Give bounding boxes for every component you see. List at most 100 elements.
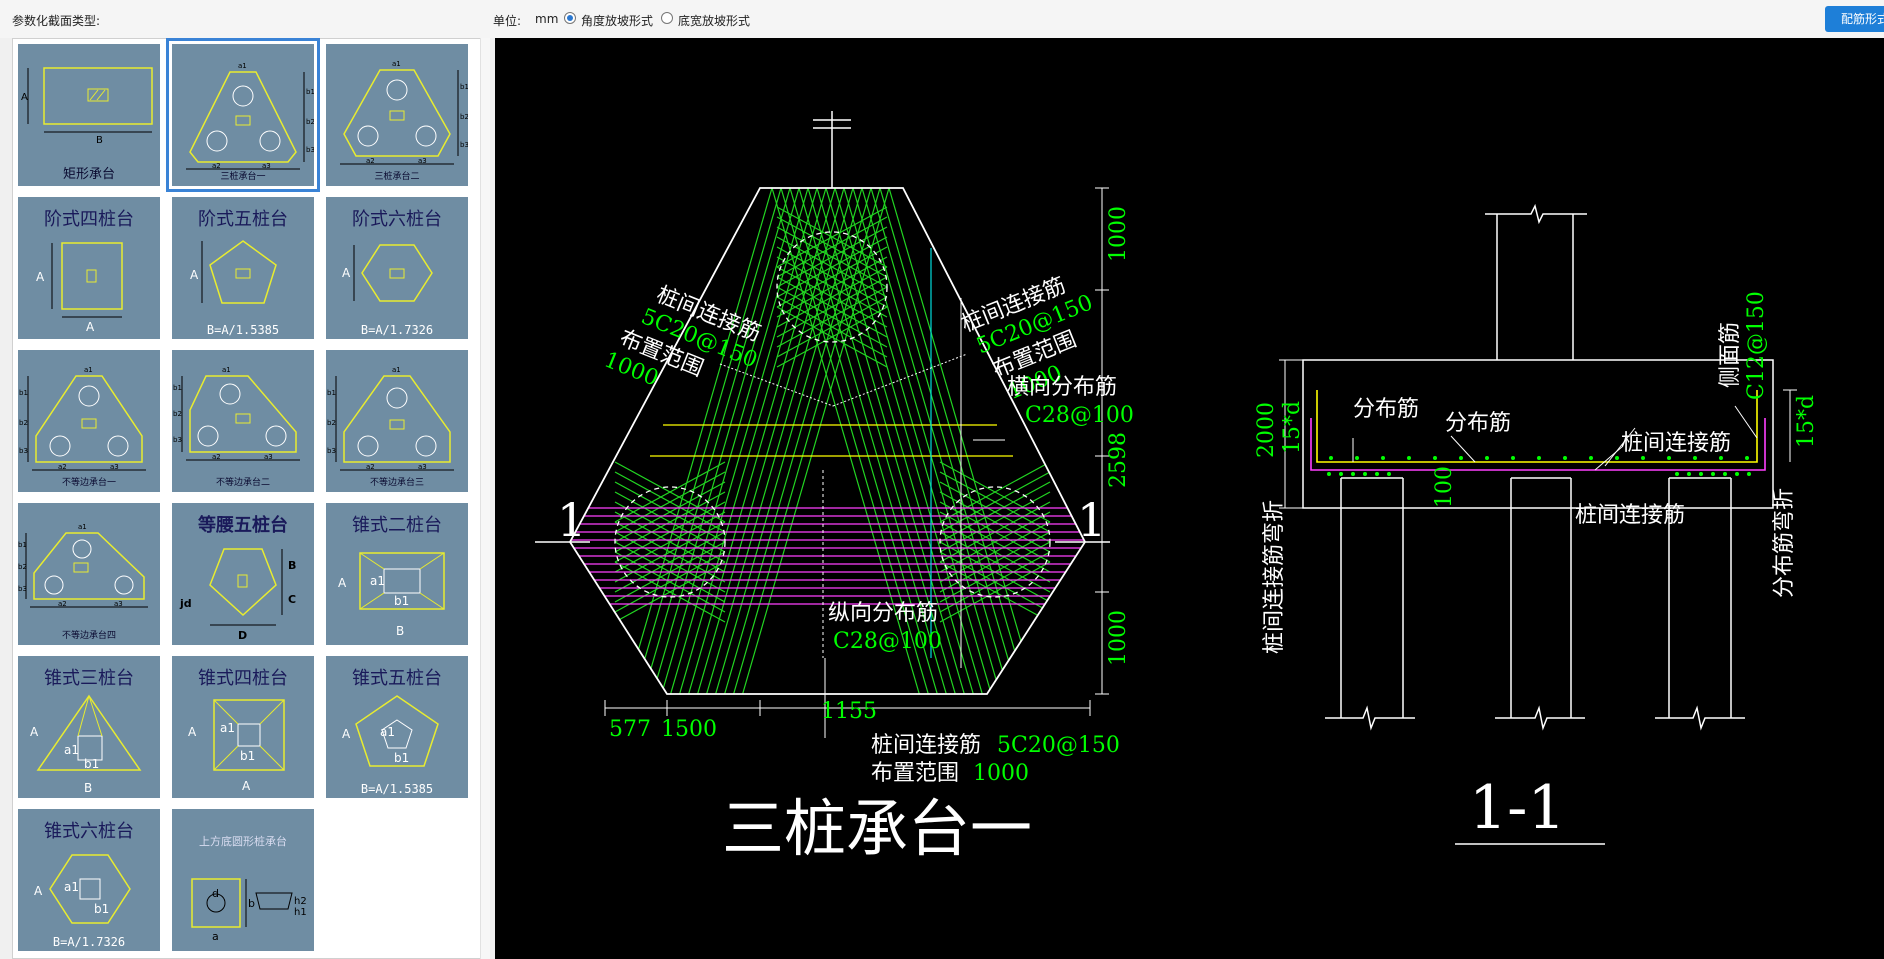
section-dist-1: 分布筋 xyxy=(1353,397,1419,422)
dim-label: jd xyxy=(179,597,192,610)
thumb-step-six-pile[interactable]: 阶式六桩台 A B=A/1.7326 xyxy=(326,197,468,339)
dim-label: b1 xyxy=(94,902,109,916)
dim-label: b2 xyxy=(327,419,336,427)
radio-width-slope-label[interactable]: 底宽放坡形式 xyxy=(678,12,750,29)
dim-label: b1 xyxy=(173,384,182,392)
thumb-step-four-pile[interactable]: 阶式四桩台 A A xyxy=(18,197,160,339)
dim-right-top: 1000 xyxy=(1106,206,1131,262)
thumb-formula: B=A/1.7326 xyxy=(52,935,126,949)
dim-label: b1 xyxy=(84,757,99,771)
dim-label: A xyxy=(338,576,347,590)
thumb-cone-two-pile[interactable]: 锥式二桩台 A a1 b1 B xyxy=(326,503,468,645)
dim-label: A xyxy=(34,884,43,898)
dim-label: a1 xyxy=(238,62,247,70)
note-bottom-title: 桩间连接筋 xyxy=(871,733,981,758)
thumb-title: 不等边承台四 xyxy=(61,631,116,641)
cone-two-pile-diagram: A a1 b1 B xyxy=(338,552,445,638)
longitudinal-spec: C28@100 xyxy=(833,629,942,654)
dim-label: a xyxy=(212,930,219,943)
radio-angle-slope-label[interactable]: 角度放坡形式 xyxy=(581,12,653,29)
thumb-cone-three-pile[interactable]: 锥式三桩台 A a1 b1 B xyxy=(18,656,160,798)
longitudinal-title: 纵向分布筋 xyxy=(828,601,938,626)
gallery-scrollbar[interactable] xyxy=(480,38,490,959)
cone-six-pile-diagram: A a1 b1 xyxy=(34,854,131,924)
unequal-cap-1-diagram: a1 a2 a3 b1 b2 b3 xyxy=(19,366,146,471)
reinforcement-form-button[interactable]: 配筋形式 xyxy=(1825,6,1884,32)
dim-label: a3 xyxy=(418,157,427,165)
dim-label: b1 xyxy=(460,83,468,91)
rebar-dots xyxy=(1327,456,1751,476)
radio-width-slope[interactable] xyxy=(661,12,673,24)
section-connect-bottom: 桩间连接筋 xyxy=(1575,503,1685,528)
cone-three-pile-diagram: A a1 b1 B xyxy=(30,694,142,795)
dim-label: d xyxy=(212,887,219,900)
dim-label: b1 xyxy=(240,749,255,763)
dim-label: A xyxy=(86,320,95,334)
dim-label: b3 xyxy=(306,146,314,154)
thumb-formula: B=A/1.5385 xyxy=(206,323,280,337)
dim-label: a1 xyxy=(392,60,401,68)
dim-label: a3 xyxy=(264,453,273,461)
dim-label: b2 xyxy=(173,410,182,418)
thumb-formula: B=A/1.5385 xyxy=(360,782,434,796)
dim-label: b3 xyxy=(327,447,336,455)
section-dim-embed: 100 xyxy=(1432,466,1457,508)
thumb-cone-five-pile[interactable]: 锥式五桩台 A a1 b1 B=A/1.5385 xyxy=(326,656,468,798)
dim-label: b1 xyxy=(18,541,27,549)
thumb-step-five-pile[interactable]: 阶式五桩台 A B=A/1.5385 xyxy=(172,197,314,339)
thumb-title: 矩形承台 xyxy=(62,167,115,182)
thumb-title: 不等边承台三 xyxy=(369,478,424,488)
thumb-unequal-cap-2[interactable]: a1 a2 a3 b1 b2 b3 不等边承台二 xyxy=(172,350,314,492)
dim-label: b1 xyxy=(394,594,409,608)
thumb-formula: B=A/1.7326 xyxy=(360,323,434,337)
dim-label: b2 xyxy=(306,118,314,126)
note-bottom-range: 1000 xyxy=(973,761,1029,786)
dim-bottom-577: 577 xyxy=(609,717,651,742)
dim-label: a1 xyxy=(220,721,235,735)
dim-label: a2 xyxy=(58,463,67,471)
dim-label: h1 xyxy=(294,907,307,918)
thumb-unequal-cap-3[interactable]: a1 a2 a3 b1 b2 b3 不等边承台三 xyxy=(326,350,468,492)
thumb-title: 三桩承台一 xyxy=(220,172,266,182)
dim-label: a1 xyxy=(370,574,385,588)
thumb-three-pile-cap-1[interactable]: a1 a2 a3 b1 b2 b3 三桩承台一 xyxy=(166,38,320,192)
dim-label: a1 xyxy=(64,880,79,894)
dim-label: B xyxy=(84,781,92,795)
dim-label: B xyxy=(96,135,103,146)
plan-title: 三桩承台一 xyxy=(722,792,1032,865)
dim-bottom-1155: 1155 xyxy=(821,699,877,724)
dim-label: a1 xyxy=(380,725,395,739)
thumb-three-pile-cap-2[interactable]: a1 a2 a3 b1 b2 b3 三桩承台二 xyxy=(326,44,468,186)
thumb-round-pile-cap[interactable]: 上方底圆形桩承台 d b h2 h1 a xyxy=(172,809,314,951)
isosceles-five-pile-diagram: B C jd D xyxy=(179,548,296,642)
thumb-isosceles-five-pile[interactable]: 等腰五桩台 B C jd D xyxy=(172,503,314,645)
section-mark-left: 1 xyxy=(557,493,586,547)
dim-label: B xyxy=(288,559,296,572)
thumb-title: 三桩承台二 xyxy=(374,172,420,182)
connect-rebar-strips xyxy=(609,188,1053,694)
radio-angle-slope[interactable] xyxy=(564,12,576,24)
section-title: 1-1 xyxy=(1469,773,1566,843)
section-side-label: 侧面筋 xyxy=(1718,322,1743,388)
dim-label: a3 xyxy=(110,463,119,471)
dim-label: b xyxy=(248,897,255,910)
three-pile-cap-2-diagram: a1 a2 a3 b1 b2 b3 xyxy=(340,60,468,165)
dim-label: b1 xyxy=(327,389,336,397)
thumb-cone-six-pile[interactable]: 锥式六桩台 A a1 b1 B=A/1.7326 xyxy=(18,809,160,951)
step-four-pile-diagram: A A xyxy=(36,242,123,334)
thumb-rect-cap[interactable]: A B 矩形承台 xyxy=(18,44,160,186)
dim-label: A xyxy=(21,92,28,103)
dim-right-bottom: 1000 xyxy=(1106,610,1131,666)
dim-bottom-1500: 1500 xyxy=(661,717,717,742)
note-bottom-spec: 5C20@150 xyxy=(997,733,1120,758)
cad-preview-canvas: 1 1 1000 2598 1000 577 1500 1155 桩间连接筋 5… xyxy=(495,38,1884,959)
transverse-title: 横向分布筋 xyxy=(1007,375,1117,400)
thumb-title: 不等边承台一 xyxy=(61,478,116,488)
dim-label: A xyxy=(30,725,39,739)
thumb-cone-four-pile[interactable]: 锥式四桩台 A a1 b1 A xyxy=(172,656,314,798)
dim-right-mid: 2598 xyxy=(1106,432,1131,488)
thumb-unequal-cap-1[interactable]: a1 a2 a3 b1 b2 b3 不等边承台一 xyxy=(18,350,160,492)
thumb-unequal-cap-4[interactable]: a1 a2 a3 b1 b2 b3 不等边承台四 xyxy=(18,503,160,645)
dim-label: b3 xyxy=(460,141,468,149)
dim-label: C xyxy=(288,593,296,606)
